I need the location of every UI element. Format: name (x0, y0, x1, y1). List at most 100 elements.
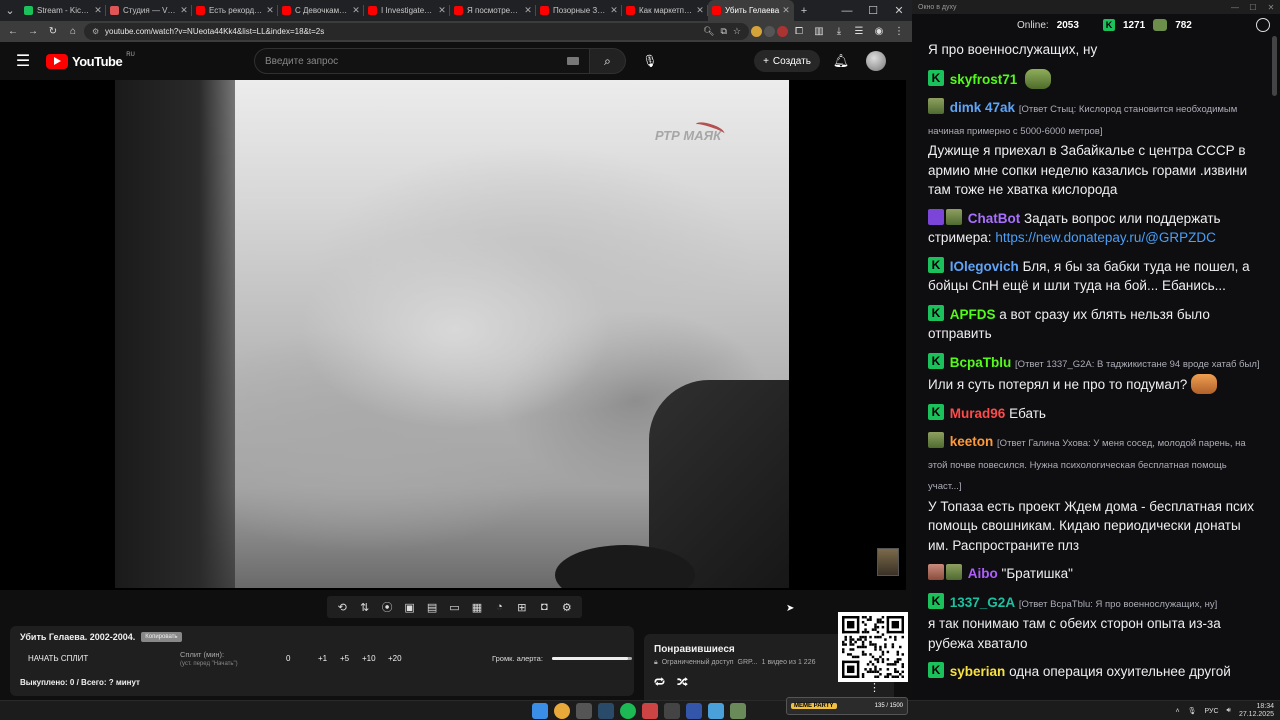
profile-icon[interactable]: ◉ (870, 23, 888, 41)
extension-icon[interactable] (751, 26, 762, 37)
tab-close-icon[interactable]: ✕ (94, 5, 102, 16)
maximize-icon[interactable]: ☐ (860, 0, 886, 21)
chat-username[interactable]: skyfrost71 (950, 72, 1018, 87)
extension-icon[interactable] (777, 26, 788, 37)
browser-tab[interactable]: Я посмотрел все д✕ (450, 0, 536, 21)
more-options-icon[interactable]: ⋮ (869, 681, 880, 694)
spotify-icon[interactable] (620, 703, 636, 719)
steam-icon[interactable] (598, 703, 614, 719)
increment-button[interactable]: +1 (318, 654, 327, 663)
add-frame-icon[interactable]: ⊞ (513, 601, 531, 614)
subtitles-icon[interactable]: ▦ (468, 601, 486, 614)
browser-tab[interactable]: Убить Гелаева ✕ (708, 0, 794, 21)
language-indicator[interactable]: РУС (1205, 708, 1219, 715)
repeat-icon[interactable]: ⟲ (333, 601, 351, 614)
reload-icon[interactable]: ↻ (44, 23, 62, 41)
site-info-icon[interactable]: ⚙ (92, 27, 101, 36)
notifications-bell-icon[interactable]: 🔔︎ (830, 50, 852, 72)
chat-scrollbar[interactable] (1272, 36, 1277, 688)
zoom-icon[interactable]: 🔍︎ (703, 26, 714, 37)
tab-close-icon[interactable]: ✕ (524, 5, 532, 16)
chat-username[interactable]: 1337_G2A (950, 595, 1015, 610)
shuffle-icon[interactable]: 🔀︎ (677, 674, 688, 690)
microphone-icon[interactable]: 🎙︎ (1188, 707, 1197, 715)
minimize-icon[interactable]: — (1226, 3, 1244, 12)
broadcast-icon[interactable]: ⦿ (378, 599, 396, 615)
url-input[interactable]: ⚙ youtube.com/watch?v=NUeota44Kk4&list=L… (84, 23, 749, 40)
browser-tab[interactable]: С Девочками Боле✕ (278, 0, 364, 21)
copy-button[interactable]: Копировать (141, 632, 182, 642)
youtube-logo[interactable]: YouTube RU (46, 52, 135, 69)
new-tab-button[interactable]: + (794, 0, 814, 21)
close-icon[interactable]: ✕ (886, 0, 912, 21)
app-icon[interactable] (686, 703, 702, 719)
settings-icon[interactable]: ⚙ (558, 601, 576, 614)
chat-username[interactable]: keeton (950, 434, 994, 449)
home-icon[interactable]: ⌂ (64, 23, 82, 41)
forward-icon[interactable]: → (24, 23, 42, 41)
video-player[interactable]: РТР МАЯК (0, 80, 906, 590)
puzzle-icon[interactable]: ⧠ (790, 23, 808, 41)
tab-close-icon[interactable]: ✕ (696, 5, 704, 16)
keyboard-icon[interactable] (567, 57, 579, 65)
search-input[interactable]: Введите запрос (254, 48, 590, 74)
clip-icon[interactable]: ▤ (423, 601, 441, 614)
tab-close-icon[interactable]: ✕ (438, 5, 446, 16)
close-icon[interactable]: ✕ (1262, 3, 1280, 12)
menu-dots-icon[interactable]: ⋮ (890, 23, 908, 41)
end-card-thumbnail[interactable] (877, 548, 899, 576)
chrome-icon[interactable] (554, 703, 570, 719)
browser-tab[interactable]: Как маркетплейсы✕ (622, 0, 708, 21)
extension-icon[interactable] (764, 26, 775, 37)
search-button[interactable]: ⌕ (590, 48, 626, 74)
tab-search-icon[interactable]: ⌄ (0, 0, 20, 21)
chat-username[interactable]: dimk 47ak (950, 100, 1015, 115)
voice-search-button[interactable]: 🎙︎ (636, 50, 664, 72)
chat-username[interactable]: Aibo (968, 566, 998, 581)
donate-link[interactable]: https://new.donatepay.ru/@GRPZDC (995, 230, 1216, 245)
browser-tab[interactable]: Stream - Kick Dash✕ (20, 0, 106, 21)
scrollbar-thumb[interactable] (1272, 36, 1277, 96)
chat-username[interactable]: ChatBot (968, 211, 1021, 226)
screen-icon[interactable]: ▣ (401, 601, 419, 614)
app-icon[interactable] (664, 703, 680, 719)
increment-button[interactable]: +10 (362, 654, 376, 663)
avatar[interactable] (866, 51, 886, 71)
aspect-icon[interactable]: ▭ (445, 601, 463, 614)
back-icon[interactable]: ← (4, 23, 22, 41)
install-icon[interactable]: ⧉ (720, 26, 726, 37)
speaker-icon[interactable]: 🔊︎ (1227, 707, 1231, 715)
tab-close-icon[interactable]: ✕ (782, 5, 790, 16)
bookmark-star-icon[interactable]: ☆ (733, 26, 741, 37)
maximize-icon[interactable]: ☐ (1244, 3, 1262, 12)
chat-username[interactable]: BcpaTblu (950, 355, 1012, 370)
chat-username[interactable]: syberian (950, 664, 1006, 679)
minimize-icon[interactable]: — (834, 0, 860, 21)
browser-tab[interactable]: Есть рекорд! Пере✕ (192, 0, 278, 21)
chat-username[interactable]: IOlegovich (950, 259, 1019, 274)
chat-username[interactable]: APFDS (950, 307, 996, 322)
screenshot-icon[interactable]: ◘ (535, 601, 553, 613)
speed-icon[interactable]: ◔ (490, 601, 508, 613)
alert-volume-slider[interactable] (552, 657, 632, 660)
chat-username[interactable]: Murad96 (950, 406, 1006, 421)
app-icon[interactable] (708, 703, 724, 719)
app-icon[interactable] (642, 703, 658, 719)
download-icon[interactable]: ⤓ (830, 23, 848, 41)
browser-tab[interactable]: Студия — VK Видео✕ (106, 0, 192, 21)
file-explorer-icon[interactable] (576, 703, 592, 719)
clock[interactable]: 18:34 27.12.2025 (1239, 703, 1274, 719)
hamburger-menu-icon[interactable]: ☰ (0, 51, 46, 71)
tab-close-icon[interactable]: ✕ (352, 5, 360, 16)
tab-close-icon[interactable]: ✕ (610, 5, 618, 16)
sort-icon[interactable]: ⇅ (356, 601, 374, 614)
browser-tab[interactable]: I Investigated Minn✕ (364, 0, 450, 21)
loop-icon[interactable]: 🔁︎ (654, 674, 665, 690)
increment-button[interactable]: +20 (388, 654, 402, 663)
app-icon[interactable] (730, 703, 746, 719)
tray-expand-icon[interactable]: ˄ (1176, 708, 1180, 715)
tab-close-icon[interactable]: ✕ (266, 5, 274, 16)
playlist-owner[interactable]: GRP... (738, 659, 758, 667)
start-split-button[interactable]: НАЧАТЬ СПЛИТ (28, 654, 88, 663)
sidebar-icon[interactable]: ▥ (810, 23, 828, 41)
